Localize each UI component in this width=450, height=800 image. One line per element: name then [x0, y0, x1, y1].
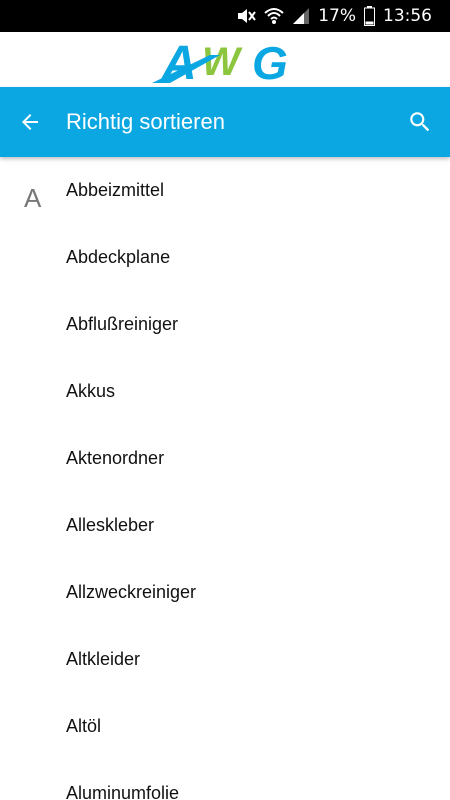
mute-icon — [236, 7, 257, 25]
list-item-aluminumfolie[interactable]: Aluminumfolie — [0, 760, 450, 800]
list-item-altkleider[interactable]: Altkleider — [0, 626, 450, 693]
search-button[interactable] — [390, 87, 450, 157]
wifi-icon — [264, 7, 284, 25]
logo-bar: A W G — [0, 32, 450, 87]
back-button[interactable] — [0, 87, 60, 157]
page-title: Richtig sortieren — [66, 109, 225, 134]
battery-icon — [364, 6, 375, 26]
search-icon — [410, 112, 430, 132]
battery-percent: 17% — [318, 6, 356, 26]
list-item-abbeizmittel[interactable]: Abbeizmittel — [0, 157, 450, 224]
list-item-allzweckreiniger[interactable]: Allzweckreiniger — [0, 559, 450, 626]
section-header-letter: A — [24, 183, 42, 213]
app-bar: Richtig sortieren — [0, 87, 450, 157]
list-item-altoel[interactable]: Altöl — [0, 693, 450, 760]
list-item-alleskleber[interactable]: Alleskleber — [0, 492, 450, 559]
list-item-abdeckplane[interactable]: Abdeckplane — [0, 224, 450, 291]
list-item-akkus[interactable]: Akkus — [0, 358, 450, 425]
clock: 13:56 — [383, 6, 432, 26]
item-list: A Abbeizmittel Abdeckplane Abflußreinige… — [0, 157, 450, 800]
signal-icon — [292, 7, 310, 25]
arrow-back-icon — [22, 114, 38, 130]
awg-logo-g: G — [252, 37, 288, 85]
list-item-aktenordner[interactable]: Aktenordner — [0, 425, 450, 492]
awg-logo: A W G — [152, 37, 288, 85]
status-bar: 17% 13:56 — [0, 0, 450, 32]
awg-logo-w: W — [202, 40, 243, 84]
list-item-abflussreiniger[interactable]: Abflußreiniger — [0, 291, 450, 358]
